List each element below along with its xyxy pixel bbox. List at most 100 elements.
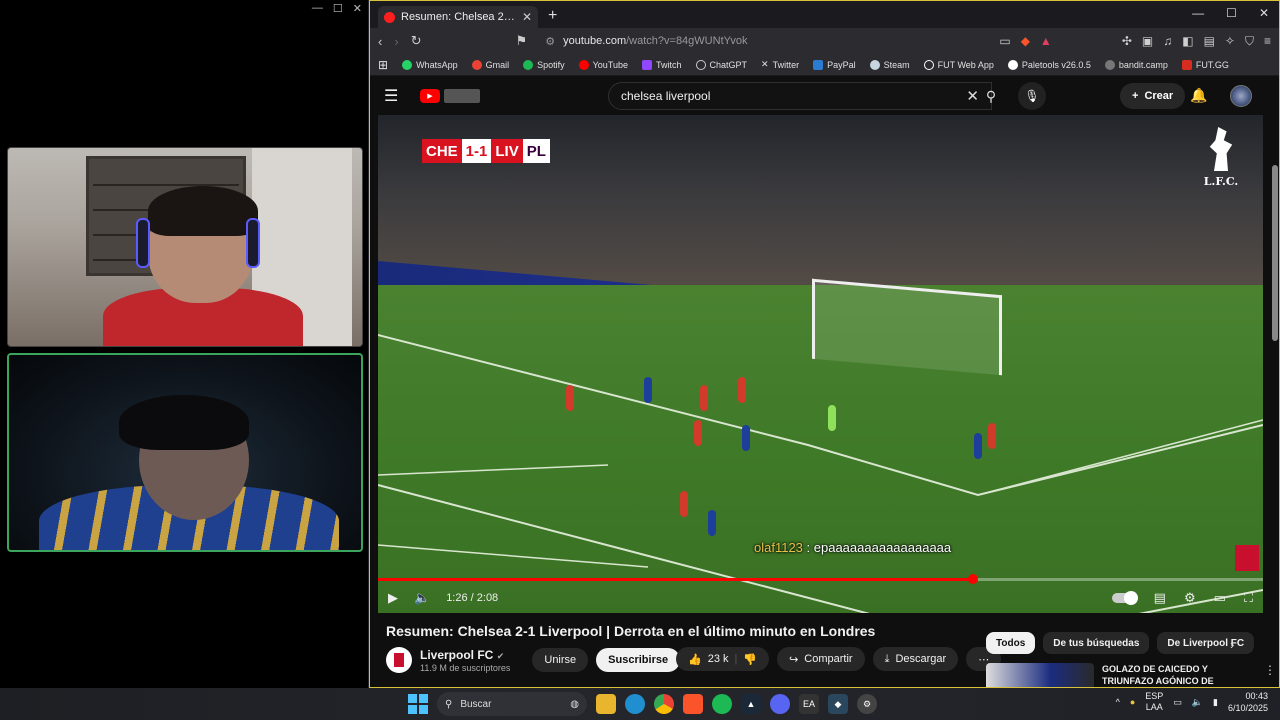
join-button[interactable]: Unirse [532,648,589,672]
create-button[interactable]: + Crear [1120,83,1186,109]
channel-avatar[interactable] [386,647,412,673]
copilot-icon[interactable]: ● [1130,697,1135,707]
fullscreen-icon[interactable]: ⛶ [1244,590,1253,606]
maximize-icon[interactable]: ☐ [1226,6,1237,20]
menu-icon[interactable]: ☰ [384,86,406,106]
steam-alt-icon[interactable]: ◆ [828,694,848,714]
tab-youtube[interactable]: Resumen: Chelsea 2-1 Liverpool ✕ [378,6,538,28]
bookmark-spotify[interactable]: Spotify [523,59,565,70]
theater-mode-icon[interactable]: ▭ [1214,590,1226,606]
chip-from-channel[interactable]: De Liverpool FC [1157,632,1255,654]
wallet-icon[interactable]: ▤ [1204,34,1215,49]
forward-icon[interactable]: › [394,34,398,49]
chip-from-searches[interactable]: De tus búsquedas [1043,632,1150,654]
leo-icon[interactable]: ✧ [1225,34,1235,49]
settings-app-icon[interactable]: ⚙ [857,694,877,714]
close-icon[interactable]: ✕ [353,2,362,15]
url-field[interactable]: ⚙ youtube.com/watch?v=84gWUNtYvok [539,31,987,51]
spotify-icon[interactable] [712,694,732,714]
maximize-icon[interactable]: ☐ [333,2,343,15]
account-avatar[interactable] [1230,85,1252,107]
battery-icon[interactable]: ▮ [1213,697,1218,708]
bookmark-bandit-camp[interactable]: bandit.camp [1104,59,1168,70]
brave-icon[interactable] [683,694,703,714]
notifications-icon[interactable]: 🔔 [1190,87,1207,104]
cast-icon[interactable]: ▭ [999,34,1010,49]
youtube-page: ☰ ▶ chelsea liverpool ✕ ⚲ 🎙 + Crear 🔔 CH… [370,77,1279,687]
download-button[interactable]: ⤓ Descargar [872,647,959,671]
subscribe-button[interactable]: Suscribirse [596,648,681,672]
minimize-icon[interactable]: — [312,2,323,14]
screenshot-icon[interactable]: ▣ [1142,34,1153,49]
bookmark-youtube[interactable]: YouTube [578,59,628,70]
bookmark-paletools[interactable]: Paletools v26.0.5 [1007,59,1091,70]
participant-video-1[interactable] [7,147,363,347]
brave-shield-icon[interactable]: ◆ [1021,34,1030,49]
media-icon[interactable]: ♫ [1163,34,1172,49]
tab-close-icon[interactable]: ✕ [522,10,532,24]
site-info-icon[interactable]: ⚙ [545,35,555,48]
recommended-title[interactable]: GOLAZO DE CAICEDO Y TRIUNFAZO AGÓNICO DE… [1102,663,1232,687]
bookmark-icon[interactable]: ⚑ [516,33,528,49]
bookmark-whatsapp[interactable]: WhatsApp [402,59,458,70]
minimize-icon[interactable]: — [1192,6,1204,20]
chevron-right-icon[interactable]: › [1230,637,1234,652]
bookmark-steam[interactable]: Steam [869,59,910,70]
bookmark-fut-web-app[interactable]: FUT Web App [923,59,994,70]
discord-icon[interactable] [770,694,790,714]
recommended-thumbnail[interactable] [986,663,1094,687]
clock[interactable]: 00:43 6/10/2025 [1228,690,1268,714]
page-scrollbar[interactable] [1272,165,1278,341]
bookmark-twitter[interactable]: ✕ Twitter [761,59,799,70]
more-vert-icon[interactable]: ⋮ [1264,663,1276,687]
network-icon[interactable]: ▭ [1173,697,1182,708]
windows-start-icon[interactable] [408,694,428,714]
chrome-icon[interactable] [654,694,674,714]
youtube-logo[interactable]: ▶ [420,88,480,104]
like-button[interactable]: 👍 23 k | 👎 [676,647,770,671]
chip-all[interactable]: Todos [986,632,1036,654]
extensions-icon[interactable]: ✣ [1122,34,1132,49]
file-explorer-icon[interactable] [596,694,616,714]
apps-grid-icon[interactable]: ⊞ [378,58,388,72]
progress-bar[interactable] [378,574,1263,584]
paypal-icon [813,59,824,70]
bookmark-gmail[interactable]: Gmail [471,59,509,70]
reload-icon[interactable]: ↻ [411,33,422,49]
autoplay-toggle[interactable] [1111,591,1138,605]
rewards-icon[interactable]: ▲ [1040,34,1052,49]
bookmark-paypal[interactable]: PayPal [813,59,856,70]
time-display: 1:26 / 2:08 [446,592,499,604]
bookmark-chatgpt[interactable]: ChatGPT [695,59,747,70]
taskbar-search[interactable]: ⚲ Buscar ◍ [437,692,587,716]
search-button[interactable]: ⚲ [972,82,1010,110]
tray-overflow-icon[interactable]: ^ [1116,697,1120,707]
settings-icon[interactable]: ⚙ [1184,590,1196,606]
vpn-icon[interactable]: ⛉ [1245,34,1254,49]
participant-video-2[interactable] [7,353,363,552]
subscribe-watermark-icon[interactable] [1235,545,1259,571]
bookmark-twitch[interactable]: Twitch [642,59,682,70]
share-button[interactable]: ↪ Compartir [777,647,865,671]
recommended-video[interactable]: GOLAZO DE CAICEDO Y TRIUNFAZO AGÓNICO DE… [986,663,1276,687]
volume-icon[interactable]: 🔈 [414,590,430,606]
steam-icon[interactable]: ▲ [741,694,761,714]
bookmark-futgg[interactable]: FUT.GG [1181,59,1229,70]
channel-name[interactable]: Liverpool FC ✔ [420,648,510,662]
back-icon[interactable]: ‹ [378,34,382,49]
speaker-icon[interactable]: 🔈 [1192,697,1203,708]
menu-icon[interactable]: ≡ [1264,34,1271,49]
play-icon[interactable]: ▶ [388,590,398,606]
player-blue [974,433,982,459]
language-indicator[interactable]: ESP LAA [1145,691,1163,713]
voice-search-button[interactable]: 🎙 [1018,82,1046,110]
ea-app-icon[interactable]: EA [799,694,819,714]
video-player[interactable]: CHE 1-1 LIV PL L.F.C. olaf1123 : epaaaaa… [378,115,1263,613]
new-tab-icon[interactable]: + [548,7,557,25]
edge-icon[interactable] [625,694,645,714]
search-input[interactable]: chelsea liverpool ✕ [608,82,992,110]
close-icon[interactable]: ✕ [1259,6,1269,20]
sidebar-icon[interactable]: ◧ [1182,34,1193,49]
subtitles-icon[interactable]: ▤ [1154,590,1166,606]
thumbs-down-icon[interactable]: 👎 [743,653,757,666]
